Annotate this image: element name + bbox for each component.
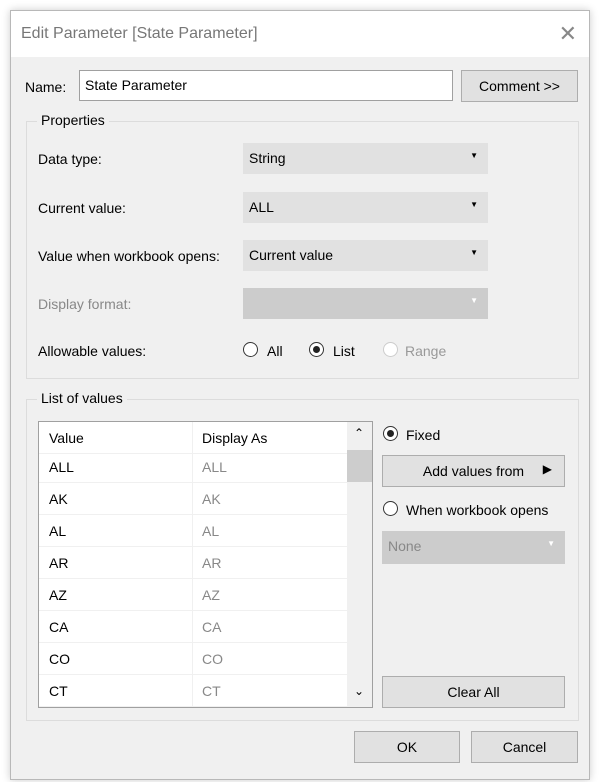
table-header: Value Display As	[39, 422, 347, 454]
allowable-range-label: Range	[405, 343, 447, 359]
properties-legend: Properties	[37, 112, 109, 128]
table-row[interactable]: CA CA	[39, 611, 347, 643]
when-opens-radio[interactable]	[383, 501, 398, 516]
comment-button[interactable]: Comment >>	[461, 70, 578, 102]
table-row[interactable]: AL AL	[39, 515, 347, 547]
table-row[interactable]: AZ AZ	[39, 579, 347, 611]
display-as-cell[interactable]: ALL	[202, 459, 227, 475]
fixed-label[interactable]: Fixed	[406, 427, 440, 443]
value-cell[interactable]: CO	[49, 651, 70, 667]
display-as-cell[interactable]: AZ	[202, 587, 220, 603]
data-type-dropdown[interactable]: String ▼	[243, 143, 488, 174]
list-legend: List of values	[37, 390, 127, 406]
display-as-cell[interactable]: CT	[202, 683, 221, 699]
name-label: Name:	[25, 79, 67, 95]
current-value-value: ALL	[249, 199, 274, 215]
open-value-value: Current value	[249, 247, 334, 263]
chevron-down-icon: ▼	[470, 248, 478, 257]
chevron-up-icon[interactable]: ⌃	[354, 426, 364, 440]
data-type-value: String	[249, 150, 286, 166]
current-value-dropdown[interactable]: ALL ▼	[243, 192, 488, 223]
allowable-list-radio[interactable]	[309, 342, 324, 357]
chevron-down-icon: ▼	[470, 296, 478, 305]
clear-all-button[interactable]: Clear All	[382, 676, 565, 708]
display-format-label: Display format:	[38, 296, 132, 312]
table-row[interactable]: AR AR	[39, 547, 347, 579]
chevron-down-icon[interactable]: ⌄	[354, 684, 364, 698]
display-format-dropdown: ▼	[243, 288, 488, 319]
value-cell[interactable]: CT	[49, 683, 68, 699]
value-cell[interactable]: ALL	[49, 459, 74, 475]
header-value[interactable]: Value	[49, 430, 84, 446]
add-values-label: Add values from	[422, 463, 525, 479]
open-value-label: Value when workbook opens:	[38, 248, 220, 264]
when-opens-label[interactable]: When workbook opens	[406, 502, 548, 518]
scrollbar[interactable]: ⌃ ⌄	[347, 422, 372, 707]
table-row[interactable]: AK AK	[39, 483, 347, 515]
header-display-as[interactable]: Display As	[202, 430, 267, 446]
values-table: Value Display As ALL ALL AK AK AL AL AR AR AZ AZ C…	[38, 421, 373, 708]
current-value-label: Current value:	[38, 200, 126, 216]
value-cell[interactable]: AK	[49, 491, 68, 507]
when-opens-value: None	[388, 538, 422, 554]
allowable-values-label: Allowable values:	[38, 343, 147, 359]
value-cell[interactable]: CA	[49, 619, 68, 635]
name-input[interactable]: State Parameter	[79, 70, 453, 101]
allowable-all-label[interactable]: All	[267, 343, 283, 359]
ok-button[interactable]: OK	[354, 731, 460, 763]
triangle-right-icon: ▶	[542, 462, 552, 476]
display-as-cell[interactable]: CA	[202, 619, 221, 635]
cancel-button[interactable]: Cancel	[471, 731, 578, 763]
add-values-from-button[interactable]: Add values from ▶	[382, 455, 565, 487]
edit-parameter-dialog: Edit Parameter [State Parameter] ✕ Name:…	[10, 10, 590, 780]
display-as-cell[interactable]: AK	[202, 491, 221, 507]
open-value-dropdown[interactable]: Current value ▼	[243, 240, 488, 271]
chevron-down-icon: ▼	[470, 151, 478, 160]
display-as-cell[interactable]: AL	[202, 523, 219, 539]
chevron-down-icon: ▼	[547, 539, 555, 548]
allowable-range-radio	[383, 342, 398, 357]
value-cell[interactable]: AZ	[49, 587, 67, 603]
chevron-down-icon: ▼	[470, 200, 478, 209]
value-cell[interactable]: AL	[49, 523, 66, 539]
table-row[interactable]: CT CT	[39, 675, 347, 707]
data-type-label: Data type:	[38, 151, 102, 167]
title-bar: Edit Parameter [State Parameter] ✕	[11, 11, 589, 57]
dialog-title: Edit Parameter [State Parameter]	[21, 25, 258, 42]
close-icon[interactable]: ✕	[559, 21, 577, 47]
fixed-radio[interactable]	[383, 426, 398, 441]
value-cell[interactable]: AR	[49, 555, 68, 571]
allowable-all-radio[interactable]	[243, 342, 258, 357]
table-row[interactable]: CO CO	[39, 643, 347, 675]
when-opens-dropdown: None ▼	[382, 531, 565, 564]
display-as-cell[interactable]: CO	[202, 651, 223, 667]
display-as-cell[interactable]: AR	[202, 555, 221, 571]
allowable-list-label[interactable]: List	[333, 343, 355, 359]
table-row[interactable]: ALL ALL	[39, 451, 347, 483]
scrollbar-thumb[interactable]	[347, 450, 372, 482]
